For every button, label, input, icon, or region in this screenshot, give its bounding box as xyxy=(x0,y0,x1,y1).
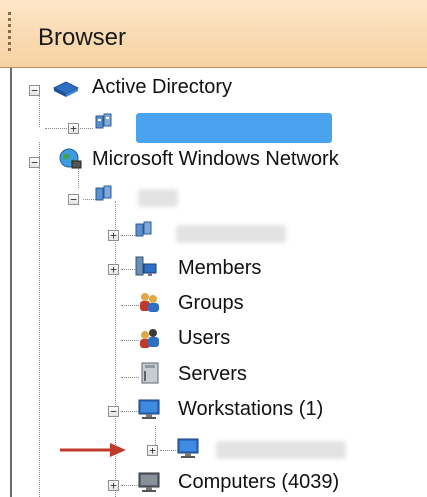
expand-icon[interactable]: + xyxy=(108,230,119,241)
expand-icon[interactable]: + xyxy=(108,480,119,491)
tree-item-label: Computers (4039) xyxy=(178,471,340,493)
redacted-workstation-name xyxy=(216,441,346,459)
collapse-icon[interactable]: − xyxy=(68,194,79,205)
tree-item-label: Active Directory xyxy=(92,76,233,98)
active-directory-icon xyxy=(52,81,80,97)
tree-item-label: Members xyxy=(178,257,262,279)
groups-icon xyxy=(140,293,159,312)
expand-icon[interactable]: + xyxy=(68,123,79,134)
drag-grip-icon[interactable] xyxy=(8,12,12,58)
red-arrow-icon xyxy=(60,443,126,457)
collapse-icon[interactable]: − xyxy=(29,85,40,96)
tree-item-label: Groups xyxy=(178,292,244,314)
panel-title: Browser xyxy=(38,24,127,51)
redacted-node-name xyxy=(176,225,286,243)
computer-icon xyxy=(138,472,160,492)
collapse-icon[interactable]: − xyxy=(108,406,119,417)
members-icon xyxy=(135,256,157,276)
browser-panel-header: Browser xyxy=(0,0,427,68)
redacted-domain-name xyxy=(136,113,332,143)
tree-item-label: Servers xyxy=(178,363,247,385)
users-icon xyxy=(140,329,159,348)
tree-item-label: Users xyxy=(178,327,231,349)
redacted-workgroup-name xyxy=(138,189,178,207)
collapse-icon[interactable]: − xyxy=(29,157,40,168)
expand-icon[interactable]: + xyxy=(108,264,119,275)
workstation-icon xyxy=(138,399,160,419)
domain-icon xyxy=(135,221,152,237)
server-icon xyxy=(141,362,159,384)
network-globe-icon xyxy=(59,148,82,169)
expand-icon[interactable]: + xyxy=(147,445,158,456)
tree-item-label: Workstations (1) xyxy=(178,398,324,420)
domain-icon xyxy=(95,185,112,201)
browser-tree[interactable]: − Active Directory + − Microsoft Windows… xyxy=(10,68,427,497)
tree-item-label: Microsoft Windows Network xyxy=(92,148,339,170)
workstation-icon xyxy=(177,438,199,458)
domain-icon xyxy=(95,113,112,129)
